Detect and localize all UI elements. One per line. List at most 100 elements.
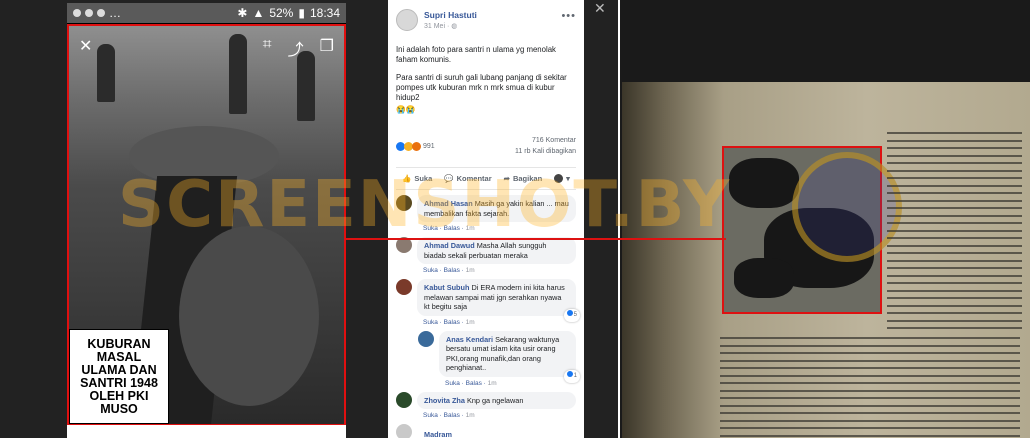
- avatar[interactable]: [396, 195, 412, 211]
- comment-time: 1m: [465, 412, 475, 419]
- comment-bubble: Kabut Subuh Di ERA modern ini kita harus…: [417, 279, 580, 322]
- avatar[interactable]: [396, 391, 412, 408]
- comment-bubble: Madram: [417, 424, 576, 438]
- bookmark-icon[interactable]: ❐: [320, 36, 334, 60]
- bluetooth-icon: ✱: [237, 6, 248, 20]
- comment-reply-link[interactable]: Balas: [444, 225, 460, 232]
- phone-status-bar: … ✱ ▲ 52% ▮ 18:34: [67, 3, 346, 23]
- comment-like-badge: 1: [563, 370, 580, 383]
- avatar[interactable]: [396, 279, 412, 295]
- comment-item: Zhovita Zha Knp ga ngelawan Suka · Balas…: [388, 387, 584, 419]
- comment-actions: Suka · Balas · 1m: [423, 225, 475, 232]
- book-text-bottom: [720, 337, 1020, 438]
- avatar[interactable]: [418, 330, 434, 347]
- status-left-text: …: [109, 6, 121, 20]
- post-header: Supri Hastuti 31 Mei · ◍ •••: [388, 0, 584, 35]
- comparison-connector-line: [346, 238, 726, 240]
- avatar[interactable]: [396, 9, 418, 31]
- commenter-name[interactable]: Ahmad Dawud: [424, 241, 475, 250]
- messenger-icon: [85, 9, 93, 17]
- reaction-count: 991: [423, 142, 435, 150]
- comment-like-link[interactable]: Suka: [423, 412, 438, 419]
- caption-line: MASAL: [96, 349, 142, 364]
- book-photo: [622, 82, 1030, 438]
- avatar[interactable]: [396, 424, 412, 438]
- comment-actions: Suka · Balas · 1m: [423, 318, 475, 326]
- comment-time: 1m: [465, 225, 475, 232]
- post-date-text: 31 Mei: [424, 23, 446, 30]
- share-icon[interactable]: ⤴: [288, 36, 304, 60]
- settings-icon: [97, 9, 105, 17]
- audience-selector[interactable]: ▾: [554, 174, 570, 183]
- reaction-summary[interactable]: 991: [396, 135, 435, 157]
- battery-percent: 52%: [269, 6, 294, 20]
- comment-actions: Suka · Balas · 1m: [423, 267, 475, 274]
- caption-line: SANTRI 1948: [80, 375, 158, 390]
- commenter-name[interactable]: Anas Kendari: [446, 335, 493, 344]
- post-stats: 991 716 Komentar 11 rb Kali dibagikan: [388, 123, 584, 157]
- figure-shape: [734, 258, 794, 298]
- clock-text: 18:34: [309, 6, 340, 20]
- globe-icon: ◍: [451, 23, 458, 30]
- comment-item: Madram: [388, 419, 584, 438]
- comment-item: Ahmad Hasan Masih ga yakin kalian ... ma…: [388, 190, 584, 232]
- photo-caption: KUBURAN MASAL ULAMA DAN SANTRI 1948 OLEH…: [69, 329, 169, 424]
- comment-item: Kabut Subuh Di ERA modern ini kita harus…: [388, 274, 584, 326]
- commenter-name[interactable]: Zhovita Zha: [424, 396, 465, 405]
- commenter-name[interactable]: Ahmad Hasan: [424, 199, 473, 208]
- comment-actions: Suka · Balas · 1m: [445, 379, 497, 387]
- shares-count[interactable]: 11 rb Kali dibagikan: [515, 146, 576, 157]
- commenter-name[interactable]: Kabut Subuh: [424, 283, 469, 292]
- post-date: 31 Mei · ◍: [424, 23, 458, 30]
- scan-icon[interactable]: ⌗: [263, 36, 272, 60]
- post-author[interactable]: Supri Hastuti: [424, 10, 477, 20]
- comment-button[interactable]: 💬 Komentar: [444, 174, 491, 183]
- share-arrow-icon: ➦: [503, 174, 510, 183]
- profile-dot-icon: [554, 174, 564, 183]
- like-dot-icon: [566, 371, 573, 377]
- close-icon[interactable]: ✕: [79, 36, 92, 60]
- more-options-icon[interactable]: •••: [561, 10, 576, 22]
- comment-time: 1m: [465, 267, 475, 274]
- post-paragraph: Para santri di suruh gali lubang panjang…: [396, 73, 567, 102]
- comment-text: Knp ga ngelawan: [466, 395, 524, 405]
- comment-reply-link[interactable]: Balas: [466, 380, 482, 387]
- comment-bubble: Zhovita Zha Knp ga ngelawan: [417, 391, 576, 409]
- comment-label: Komentar: [456, 174, 492, 183]
- comment-like-link[interactable]: Suka: [423, 267, 438, 274]
- comment-like-link[interactable]: Suka: [445, 380, 460, 387]
- photo-toolbar: ✕ ⌗ ⤴ ❐: [79, 36, 334, 60]
- soldier-figure: [297, 51, 315, 121]
- post-body: Ini adalah foto para santri n ulama yg m…: [388, 35, 584, 115]
- comment-time: 1m: [487, 379, 497, 387]
- figure-shape: [729, 158, 799, 208]
- comment-bubble: Ahmad Hasan Masih ga yakin kalian ... ma…: [417, 195, 576, 222]
- comment-reply-link[interactable]: Balas: [444, 267, 460, 274]
- middle-backdrop: [584, 0, 620, 438]
- comment-reply-link[interactable]: Balas: [444, 412, 460, 419]
- caption-line: ULAMA DAN: [81, 362, 157, 377]
- comment-like-link[interactable]: Suka: [423, 225, 438, 232]
- signal-icon: ▲: [252, 6, 265, 20]
- comment-like-count: 1: [573, 373, 577, 379]
- caption-line: OLEH PKI: [89, 388, 149, 403]
- comments-count[interactable]: 716 Komentar: [515, 135, 576, 146]
- crowd-shape: [179, 226, 319, 406]
- comment-bubble: Ahmad Dawud Masha Allah sungguh biadab s…: [417, 237, 576, 264]
- comment-icon: 💬: [444, 174, 454, 183]
- comment-time: 1m: [465, 318, 475, 326]
- share-label: Bagikan: [512, 174, 543, 183]
- phone-bottom-strip: [67, 425, 346, 438]
- share-button[interactable]: ➦ Bagikan: [504, 174, 542, 183]
- like-label: Suka: [414, 174, 433, 183]
- commenter-name[interactable]: Madram: [424, 430, 452, 438]
- close-icon[interactable]: ✕: [594, 0, 606, 17]
- comment-bubble: Anas Kendari Sekarang waktunya bersatu u…: [439, 330, 580, 383]
- angry-reaction-icon: [412, 141, 421, 151]
- like-button[interactable]: 👍 Suka: [402, 174, 432, 183]
- notification-icon: [73, 9, 81, 17]
- facebook-post: Supri Hastuti 31 Mei · ◍ ••• Ini adalah …: [388, 0, 584, 438]
- comment-like-link[interactable]: Suka: [423, 319, 438, 326]
- comment-reply-link[interactable]: Balas: [444, 319, 460, 326]
- watermark-seal: [792, 152, 902, 262]
